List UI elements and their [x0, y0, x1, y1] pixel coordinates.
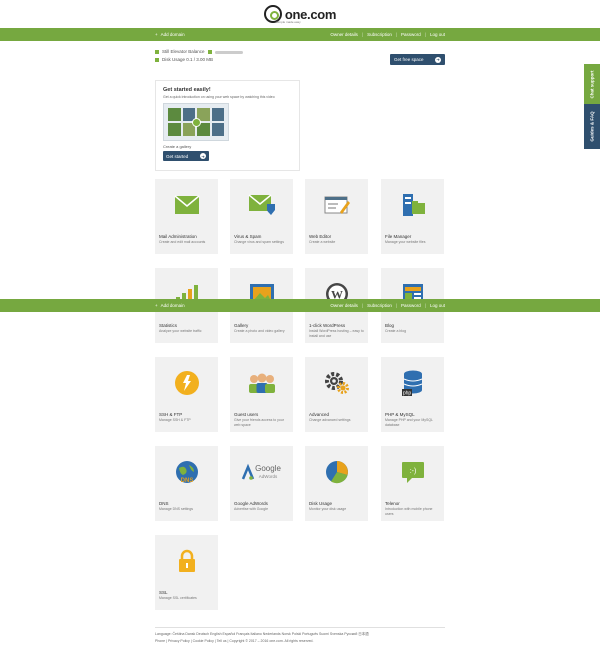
file-manager-icon — [381, 179, 444, 231]
get-started-panel: Get started easily! Get a quick introduc… — [155, 80, 300, 171]
video-thumbnail[interactable] — [163, 103, 229, 141]
tile-virus-spam[interactable]: Virus & Spam Change virus and spam setti… — [230, 179, 293, 254]
tile-guest-users[interactable]: Guest users Give your friends access to … — [230, 357, 293, 432]
tile-google-adwords[interactable]: Google AdWords Google AdWords Advertise w… — [230, 446, 293, 521]
sticky-navbar: + Add domain Owner details | Subscriptio… — [0, 299, 600, 312]
nav-password[interactable]: Password — [401, 303, 421, 308]
footer-legal: Phone | Privacy Policy | Cookie Policy |… — [155, 639, 314, 643]
dns-globe-icon: DNS — [155, 446, 218, 498]
database-icon: php — [381, 357, 444, 409]
get-free-space-button[interactable]: Get free space ➔ — [390, 54, 445, 65]
balance-text: Still Elevator Balance — [162, 49, 205, 54]
nav-logout[interactable]: Log out — [430, 303, 445, 308]
tile-ssh-ftp[interactable]: SSH & FTP Manage SSH & FTP — [155, 357, 218, 432]
language-list[interactable]: Language: Čeština Dansk Deutsch English … — [155, 631, 445, 638]
plus-icon: + — [155, 303, 158, 308]
chat-bubble-icon: :-) — [381, 446, 444, 498]
arrow-right-icon: ➔ — [200, 153, 206, 159]
web-editor-icon — [305, 179, 368, 231]
footer: Language: Čeština Dansk Deutsch English … — [155, 627, 445, 645]
tile-telenor[interactable]: :-) Telenor Introduction with mobile pho… — [381, 446, 444, 521]
add-domain-link[interactable]: + Add domain — [155, 32, 185, 37]
video-caption: Create a gallery — [163, 144, 192, 149]
nav-logout[interactable]: Log out — [430, 32, 445, 37]
tile-mail-administration[interactable]: Mail Administration Create and edit mail… — [155, 179, 218, 254]
nav-owner-details[interactable]: Owner details — [330, 303, 358, 308]
status-icon — [207, 50, 212, 54]
get-started-desc: Get a quick introduction on using your w… — [163, 95, 275, 99]
blog-icon — [381, 268, 444, 320]
svg-text:DNS: DNS — [180, 478, 193, 484]
wordpress-icon: W — [305, 268, 368, 320]
lock-icon — [155, 535, 218, 587]
tile-ssl[interactable]: SSL Manage SSL certificates — [155, 535, 218, 610]
plus-icon: + — [155, 32, 158, 37]
tile-web-editor[interactable]: Web Editor Create a website — [305, 179, 368, 254]
google-adwords-icon: Google AdWords — [230, 446, 293, 498]
nav-owner-details[interactable]: Owner details — [330, 32, 358, 37]
statistics-icon — [155, 268, 218, 320]
nav-password[interactable]: Password — [401, 32, 421, 37]
tile-disk-usage[interactable]: Disk Usage Monitor your disk usage — [305, 446, 368, 521]
nav-subscription[interactable]: Subscription — [367, 303, 392, 308]
gears-icon — [305, 357, 368, 409]
tile-dns[interactable]: DNS DNS Manage DNS settings — [155, 446, 218, 521]
tile-php-mysql[interactable]: php PHP & MySQL Manage PHP and your MySQ… — [381, 357, 444, 432]
tile-advanced[interactable]: Advanced Change advanced settings — [305, 357, 368, 432]
account-info: Still Elevator Balance Disk Usage 0.1 / … — [155, 48, 243, 64]
redacted-email — [214, 50, 243, 54]
get-started-button[interactable]: Get started ➔ — [163, 151, 209, 161]
adwords-logo-text: AdWords — [258, 474, 277, 479]
arrow-right-icon: ➔ — [435, 56, 441, 63]
top-navbar: + Add domain Owner details | Subscriptio… — [0, 28, 600, 41]
nav-subscription[interactable]: Subscription — [367, 32, 392, 37]
disk-icon — [155, 58, 159, 62]
play-icon[interactable] — [192, 118, 201, 127]
tile-file-manager[interactable]: File Manager Manage your website files — [381, 179, 444, 254]
mail-shield-icon — [230, 179, 293, 231]
add-domain-link[interactable]: + Add domain — [155, 303, 185, 308]
status-icon — [155, 50, 159, 54]
users-icon — [230, 357, 293, 409]
mail-icon — [155, 179, 218, 231]
pie-chart-icon — [305, 446, 368, 498]
logo-tagline: Simple made easy — [276, 20, 301, 24]
google-logo-text: Google — [255, 464, 281, 473]
disk-usage-text: Disk Usage 0.1 / 3.00 MB — [162, 57, 214, 62]
get-started-title: Get started easily! — [163, 87, 211, 93]
svg-text::-): :-) — [409, 468, 416, 475]
svg-text:php: php — [402, 391, 411, 397]
ftp-icon — [155, 357, 218, 409]
gallery-icon — [230, 268, 293, 320]
chat-support-tab[interactable]: Chat support — [584, 64, 600, 104]
guides-faq-tab[interactable]: Guides & FAQ — [584, 104, 600, 149]
